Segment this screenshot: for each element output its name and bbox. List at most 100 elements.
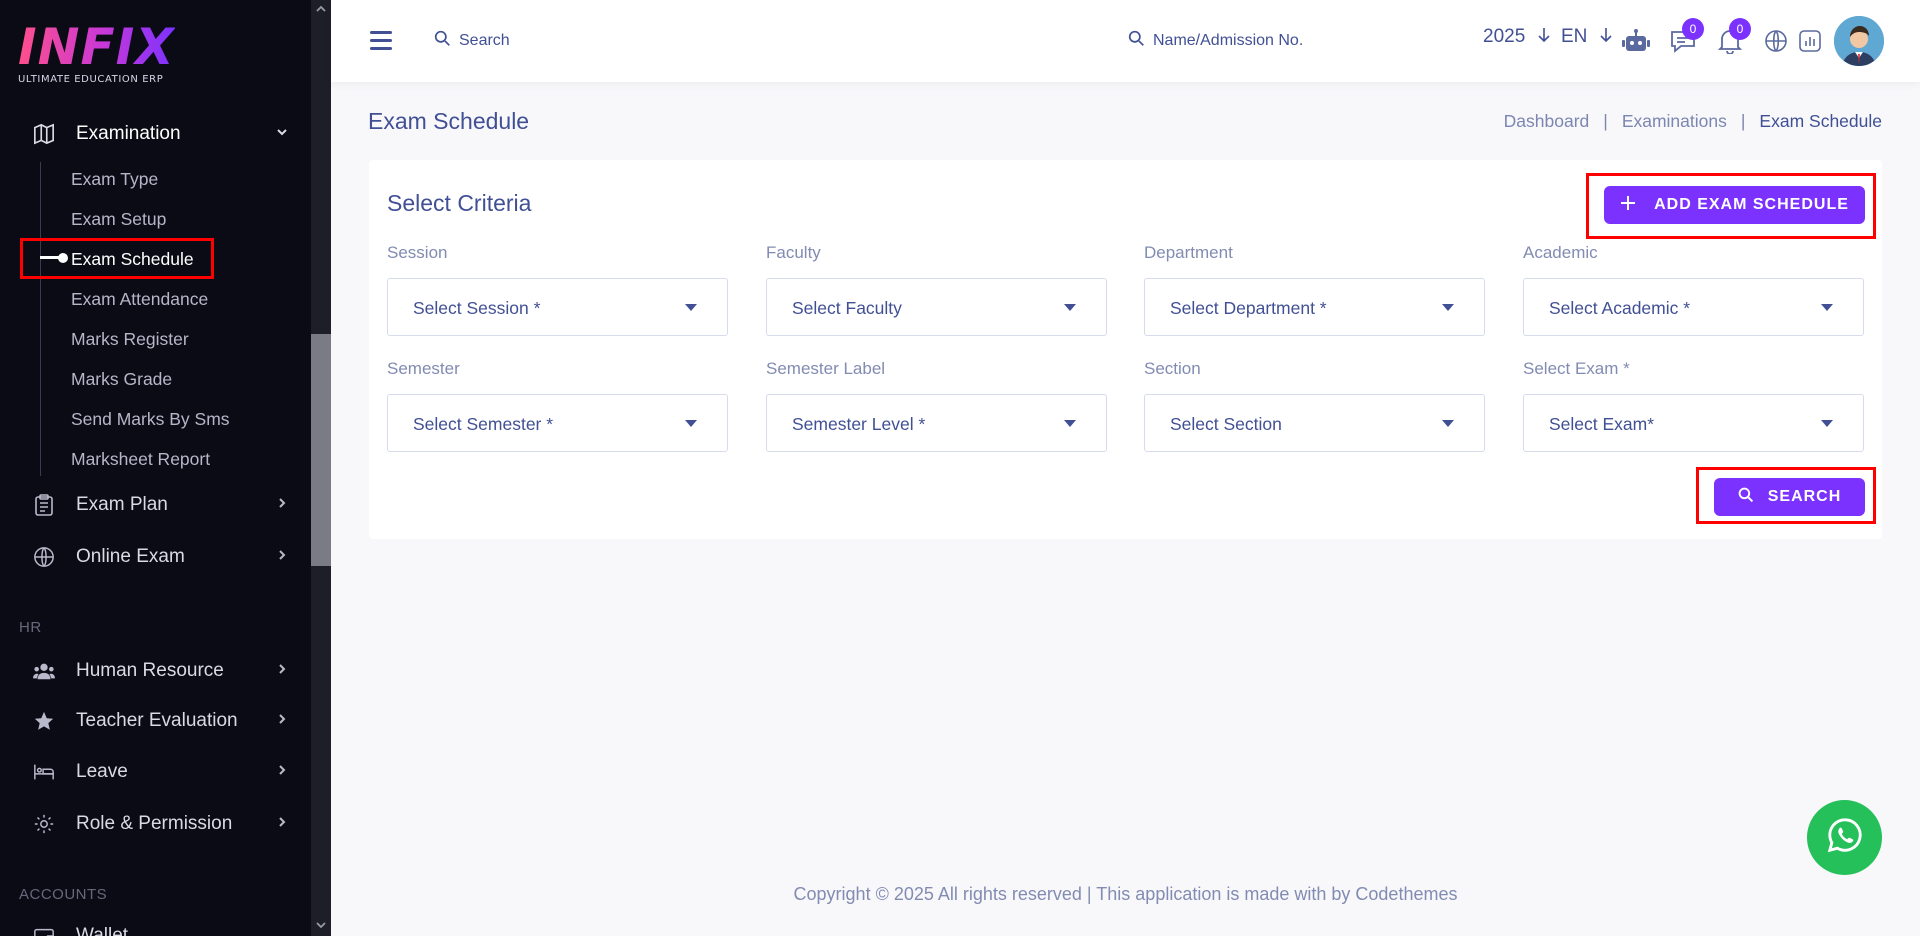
- logo-subtitle: ULTIMATE EDUCATION ERP: [18, 74, 164, 85]
- sidebar-subitem-marksheet-report[interactable]: Marksheet Report: [71, 446, 210, 472]
- star-icon: [33, 710, 55, 732]
- hamburger-line: [370, 31, 392, 34]
- sidebar-item-role-permission[interactable]: Role & Permission: [0, 804, 310, 844]
- sidebar-item-label: Human Resource: [76, 660, 224, 681]
- arrow-down-icon: [1531, 26, 1551, 47]
- caret-down-icon: [1821, 420, 1833, 427]
- session-select-value: Select Session *: [413, 298, 541, 318]
- footer-copyright: Copyright © 2025 All rights reserved | T…: [793, 884, 1458, 904]
- logo-text: INFIX: [18, 18, 175, 76]
- exam-select-value: Select Exam*: [1549, 414, 1655, 434]
- bell-icon[interactable]: 0: [1715, 18, 1751, 56]
- student-search[interactable]: Name/Admission No.: [1128, 30, 1303, 52]
- academic-select[interactable]: Select Academic *: [1523, 278, 1864, 336]
- criteria-title: Select Criteria: [387, 190, 532, 216]
- chevron-right-icon: [276, 662, 288, 680]
- highlight-box-search-button: [1696, 467, 1876, 524]
- language-selector[interactable]: EN: [1561, 26, 1613, 48]
- highlight-box-exam-schedule: [20, 238, 214, 279]
- users-icon: [33, 660, 55, 682]
- sidebar-item-examination[interactable]: Examination: [0, 114, 310, 154]
- breadcrumb-dashboard[interactable]: Dashboard: [1504, 111, 1590, 132]
- caret-down-icon: [1064, 420, 1076, 427]
- section-label-hr: HR: [19, 619, 42, 636]
- globe-icon[interactable]: [1761, 26, 1791, 56]
- session-label: Session: [387, 243, 448, 262]
- semester-label: Semester: [387, 359, 460, 378]
- session-select[interactable]: Select Session *: [387, 278, 728, 336]
- chevron-right-icon: [276, 548, 288, 566]
- sidebar-scrollbar-thumb[interactable]: [311, 334, 331, 566]
- bed-icon: [33, 761, 55, 783]
- messages-icon[interactable]: 0: [1668, 18, 1704, 56]
- department-label: Department: [1144, 243, 1233, 262]
- search-icon: [434, 30, 451, 52]
- sidebar-item-label: Examination: [76, 123, 181, 144]
- student-search-label: Name/Admission No.: [1153, 32, 1304, 49]
- messages-badge: 0: [1682, 18, 1704, 40]
- sidebar-item-human-resource[interactable]: Human Resource: [0, 651, 310, 691]
- year-selector[interactable]: 2025: [1483, 26, 1551, 48]
- exam-select[interactable]: Select Exam*: [1523, 394, 1864, 452]
- sidebar-item-label: Role & Permission: [76, 813, 233, 834]
- highlight-box-add-button: [1586, 173, 1876, 239]
- semester-label-label: Semester Label: [766, 359, 886, 378]
- sidebar-subitem-exam-attendance[interactable]: Exam Attendance: [71, 286, 208, 312]
- section-select[interactable]: Select Section: [1144, 394, 1485, 452]
- sidebar-item-label: Wallet: [76, 925, 129, 936]
- faculty-label: Faculty: [766, 243, 821, 262]
- sidebar-item-exam-plan[interactable]: Exam Plan: [0, 485, 310, 525]
- sidebar-subitem-exam-type[interactable]: Exam Type: [71, 166, 158, 192]
- caret-down-icon: [685, 304, 697, 311]
- section-label: Section: [1144, 359, 1201, 378]
- department-select[interactable]: Select Department *: [1144, 278, 1485, 336]
- breadcrumb-separator: |: [1740, 111, 1746, 131]
- global-search-label: Search: [459, 32, 510, 49]
- user-avatar[interactable]: [1834, 16, 1884, 66]
- page-title: Exam Schedule: [368, 108, 530, 134]
- sidebar-subitem-marks-register[interactable]: Marks Register: [71, 326, 189, 352]
- semester-level-select-value: Semester Level *: [792, 414, 926, 434]
- faculty-select[interactable]: Select Faculty: [766, 278, 1107, 336]
- sidebar-subitem-send-marks-by-sms[interactable]: Send Marks By Sms: [71, 406, 230, 432]
- breadcrumb-examinations[interactable]: Examinations: [1622, 111, 1727, 132]
- sidebar-subitem-exam-setup[interactable]: Exam Setup: [71, 206, 166, 232]
- caret-down-icon: [1442, 420, 1454, 427]
- sidebar-item-label: Exam Plan: [76, 494, 168, 515]
- global-search[interactable]: Search: [434, 30, 510, 52]
- robot-icon[interactable]: [1621, 26, 1651, 56]
- sidebar-item-online-exam[interactable]: Online Exam: [0, 537, 310, 577]
- year-value: 2025: [1483, 26, 1526, 47]
- sidebar-item-leave[interactable]: Leave: [0, 752, 310, 792]
- hamburger-line: [370, 47, 392, 50]
- criteria-card: Select Criteria ADD EXAM SCHEDULE Sessio…: [369, 160, 1882, 539]
- whatsapp-icon: [1826, 816, 1864, 859]
- chevron-right-icon: [276, 763, 288, 781]
- academic-select-value: Select Academic *: [1549, 298, 1691, 318]
- sidebar: INFIX ULTIMATE EDUCATION ERP Examination…: [0, 0, 331, 936]
- sidebar-item-wallet[interactable]: Wallet: [0, 916, 310, 936]
- chevron-down-icon: [276, 125, 288, 143]
- shield-gear-icon: [33, 813, 55, 835]
- sidebar-subitem-marks-grade[interactable]: Marks Grade: [71, 366, 172, 392]
- chevron-right-icon: [276, 712, 288, 730]
- language-value: EN: [1561, 26, 1588, 47]
- semester-level-select[interactable]: Semester Level *: [766, 394, 1107, 452]
- caret-down-icon: [685, 420, 697, 427]
- exam-label: Select Exam *: [1523, 359, 1630, 378]
- top-header: Search Name/Admission No. 2025 EN 0 0: [331, 0, 1920, 82]
- whatsapp-button[interactable]: [1807, 800, 1882, 875]
- chart-icon[interactable]: [1795, 26, 1825, 56]
- scroll-up-icon[interactable]: [315, 4, 327, 16]
- semester-select[interactable]: Select Semester *: [387, 394, 728, 452]
- logo[interactable]: INFIX ULTIMATE EDUCATION ERP: [18, 22, 175, 85]
- menu-toggle-icon[interactable]: [370, 31, 392, 50]
- submenu-line: [40, 162, 41, 476]
- semester-select-value: Select Semester *: [413, 414, 554, 434]
- department-select-value: Select Department *: [1170, 298, 1327, 318]
- sidebar-item-teacher-evaluation[interactable]: Teacher Evaluation: [0, 701, 310, 741]
- map-icon: [33, 123, 55, 145]
- section-select-value: Select Section: [1170, 414, 1282, 434]
- globe-icon: [33, 546, 55, 568]
- scroll-down-icon[interactable]: [315, 920, 327, 932]
